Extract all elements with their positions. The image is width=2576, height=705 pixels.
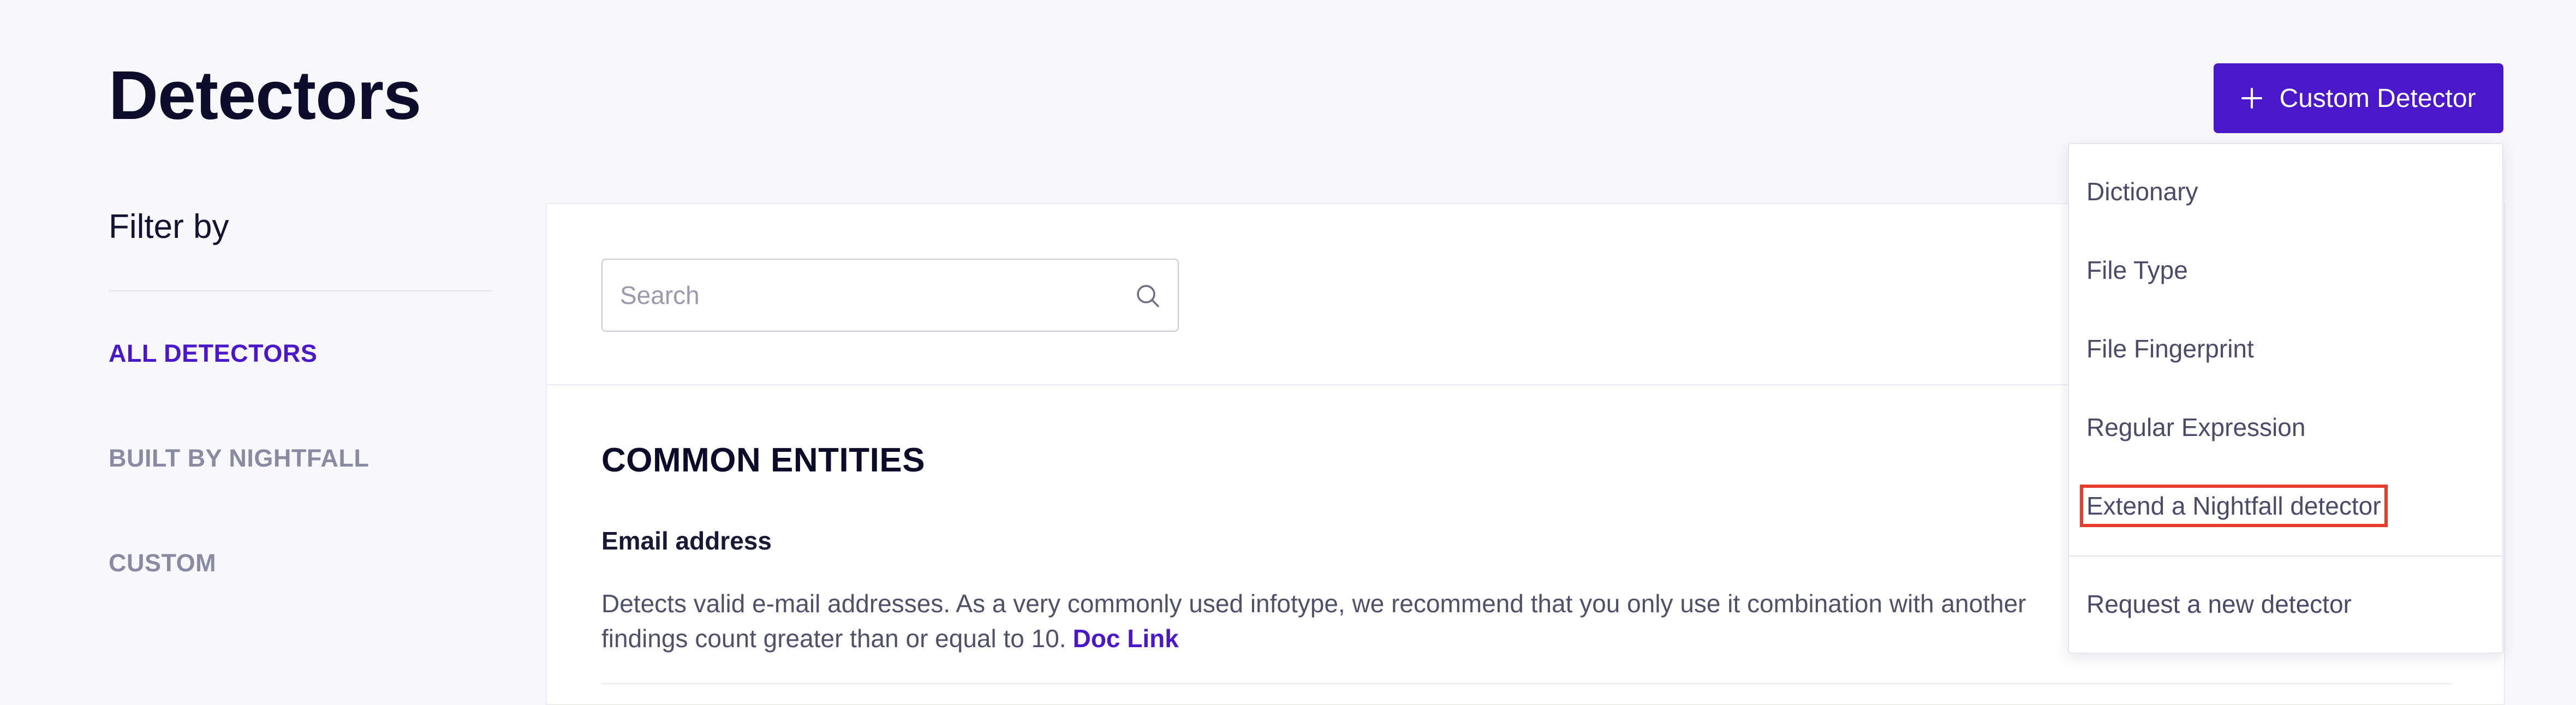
menu-item-file-type[interactable]: File Type (2086, 255, 2188, 285)
sidebar-item-custom[interactable]: CUSTOM (109, 549, 216, 577)
menu-item-regular-expression[interactable]: Regular Expression (2086, 413, 2305, 442)
entity-description-tail: findings count greater than or equal to … (601, 624, 1066, 653)
filter-title: Filter by (109, 208, 229, 246)
menu-item-request-new-detector[interactable]: Request a new detector (2086, 589, 2352, 619)
page-title: Detectors (109, 57, 421, 134)
entity-description-text: Detects valid e-mail addresses. As a ver… (601, 589, 2026, 618)
menu-item-file-fingerprint[interactable]: File Fingerprint (2086, 334, 2254, 363)
search-input[interactable] (620, 260, 1111, 331)
search-icon[interactable] (1135, 283, 1160, 308)
entity-description: Detects valid e-mail addresses. As a ver… (601, 586, 2239, 656)
section-title: COMMON ENTITIES (601, 441, 926, 479)
doc-link[interactable]: Doc Link (1073, 624, 1179, 653)
custom-detector-dropdown: Dictionary File Type File Fingerprint Re… (2068, 143, 2503, 654)
sidebar-item-built-by-nightfall[interactable]: BUILT BY NIGHTFALL (109, 444, 369, 473)
sidebar-item-all-detectors[interactable]: ALL DETECTORS (109, 339, 317, 368)
entity-name: Email address (601, 527, 772, 555)
custom-detector-button[interactable]: Custom Detector (2214, 63, 2503, 133)
plus-icon (2241, 88, 2263, 109)
search-box[interactable] (601, 259, 1179, 332)
custom-detector-button-label: Custom Detector (2279, 83, 2476, 113)
menu-item-dictionary[interactable]: Dictionary (2086, 177, 2198, 206)
filter-divider (109, 290, 493, 291)
dropdown-divider (2069, 555, 2502, 557)
row-divider (601, 683, 2452, 684)
menu-item-extend-nightfall-detector[interactable]: Extend a Nightfall detector (2080, 485, 2388, 527)
